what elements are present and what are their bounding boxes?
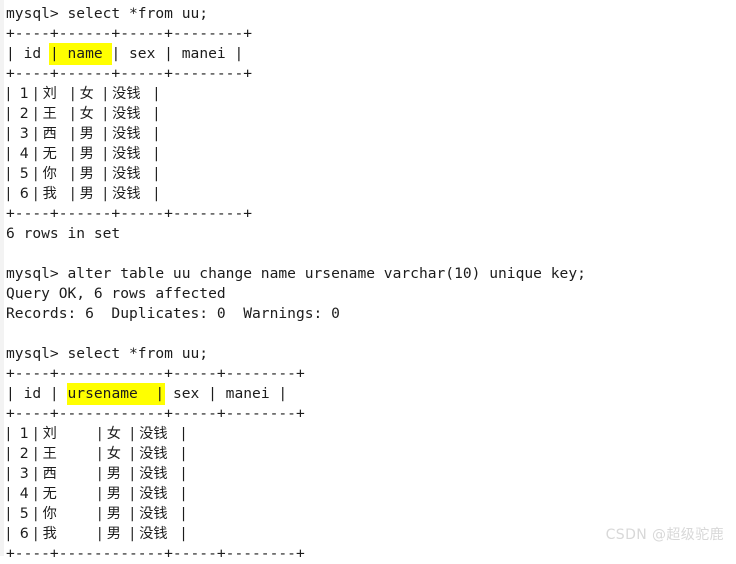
ascii-border: +----+------------+-----+--------+ (6, 545, 305, 562)
table-row: | 3 | 西 | 男 | 没钱 | (0, 124, 736, 144)
ascii-border: +----+------+-----+--------+ (6, 205, 253, 222)
table-border-top-1: +----+------+-----+--------+ (0, 24, 736, 44)
status-text: 6 rows in set (6, 225, 121, 242)
console-line-alter: mysql> alter table uu change name ursena… (0, 264, 736, 284)
row-text: | 4 | 无 | 男 | 没钱 | (6, 146, 159, 162)
row-text: | 2 | 王 | 女 | 没钱 | (6, 446, 186, 462)
table-border-top-2: +----+------------+-----+--------+ (0, 364, 736, 384)
command-text: mysql> alter table uu change name ursena… (6, 265, 586, 282)
status-text: Query OK, 6 rows affected (6, 285, 226, 302)
row-text: | 3 | 西 | 男 | 没钱 | (6, 466, 186, 482)
ascii-border: +----+------------+-----+--------+ (6, 405, 305, 422)
command-text: mysql> select *from uu; (6, 5, 209, 22)
ascii-border: +----+------------+-----+--------+ (6, 365, 305, 382)
row-text: | 2 | 王 | 女 | 没钱 | (6, 106, 159, 122)
header-prefix: | id (6, 45, 50, 62)
row-text: | 6 | 我 | 男 | 没钱 | (6, 526, 186, 542)
table-row: | 2 | 王 | 女 | 没钱 | (0, 104, 736, 124)
header-prefix: | id | (6, 385, 68, 402)
row-text: | 4 | 无 | 男 | 没钱 | (6, 486, 186, 502)
table-row: | 5 | 你 | 男 | 没钱 | (0, 164, 736, 184)
console-line-select-1: mysql> select *from uu; (0, 4, 736, 24)
row-text: | 1 | 刘 | 女 | 没钱 | (6, 86, 159, 102)
ascii-border: +----+------+-----+--------+ (6, 65, 253, 82)
ascii-border: +----+------+-----+--------+ (6, 25, 253, 42)
table-border-bottom-1: +----+------+-----+--------+ (0, 204, 736, 224)
highlighted-column-ursename: ursename | (67, 384, 165, 404)
records-status: Records: 6 Duplicates: 0 Warnings: 0 (0, 304, 736, 324)
table-row: | 1 | 刘 | 女 | 没钱 | (0, 84, 736, 104)
row-text: | 6 | 我 | 男 | 没钱 | (6, 186, 159, 202)
table-header-row-1: | id | name | sex | manei | (0, 44, 736, 64)
row-text: | 5 | 你 | 男 | 没钱 | (6, 166, 159, 182)
header-suffix: sex | manei | (164, 385, 288, 402)
table-border-bottom-2: +----+------------+-----+--------+ (0, 544, 736, 564)
table-border-mid-1: +----+------+-----+--------+ (0, 64, 736, 84)
table-border-mid-2: +----+------------+-----+--------+ (0, 404, 736, 424)
table-header-row-2: | id | ursename | sex | manei | (0, 384, 736, 404)
header-suffix: | sex | manei | (111, 45, 244, 62)
status-text: Records: 6 Duplicates: 0 Warnings: 0 (6, 305, 340, 322)
table-row: | 5 | 你 | 男 | 没钱 | (0, 504, 736, 524)
table-row: | 6 | 我 | 男 | 没钱 | (0, 184, 736, 204)
row-text: | 5 | 你 | 男 | 没钱 | (6, 506, 186, 522)
table-row: | 4 | 无 | 男 | 没钱 | (0, 484, 736, 504)
command-text: mysql> select *from uu; (6, 345, 209, 362)
query-ok-status: Query OK, 6 rows affected (0, 284, 736, 304)
table-row: | 4 | 无 | 男 | 没钱 | (0, 144, 736, 164)
mysql-terminal-output: mysql> select *from uu; +----+------+---… (0, 0, 736, 562)
table-row: | 1 | 刘 | 女 | 没钱 | (0, 424, 736, 444)
row-text: | 3 | 西 | 男 | 没钱 | (6, 126, 159, 142)
row-count-status-1: 6 rows in set (0, 224, 736, 244)
row-text: | 1 | 刘 | 女 | 没钱 | (6, 426, 186, 442)
console-line-select-2: mysql> select *from uu; (0, 344, 736, 364)
table-row: | 6 | 我 | 男 | 没钱 | (0, 524, 736, 544)
table-row: | 3 | 西 | 男 | 没钱 | (0, 464, 736, 484)
highlighted-column-name: | name (49, 44, 112, 64)
table-row: | 2 | 王 | 女 | 没钱 | (0, 444, 736, 464)
